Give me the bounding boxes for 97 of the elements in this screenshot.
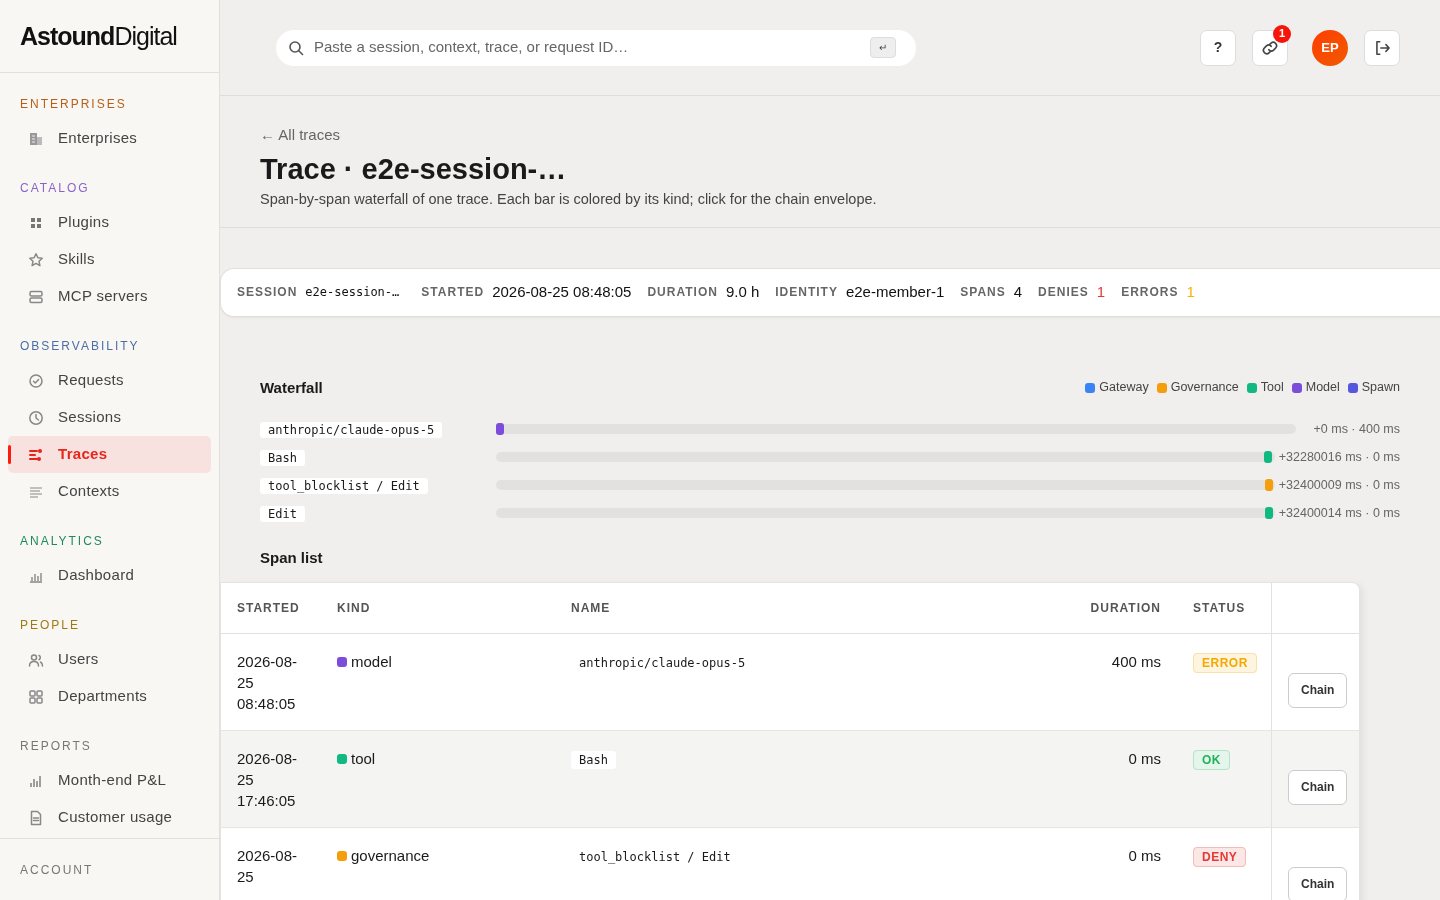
section-label: PEOPLE	[20, 617, 81, 634]
search-field[interactable]: Paste a session, context, trace, or request ID…	[312, 35, 862, 60]
span-name: Edit	[260, 505, 305, 522]
section-label: REPORTS	[20, 738, 92, 755]
enter-key-hint: ↵	[870, 37, 896, 58]
section-title: Span list	[260, 548, 324, 568]
status-badge: OK	[1193, 749, 1230, 770]
nav-item[interactable]: Contexts	[8, 473, 211, 510]
page-subtitle: Span-by-span waterfall of one trace. Each bar is colored by its kind; click for the chain envelope.	[260, 189, 878, 209]
summary-value: 9.0 h	[725, 281, 760, 302]
nav-item[interactable]: Sessions	[8, 399, 211, 436]
link-icon	[1261, 38, 1279, 57]
search-bar[interactable]: Paste a session, context, trace, or request ID… ↵	[276, 29, 916, 66]
notification-badge: 1	[1273, 24, 1291, 43]
document-icon	[28, 809, 44, 826]
summary-label: IDENTITY	[775, 284, 838, 301]
summary-label: SPANS	[960, 284, 1006, 301]
column-header: DURATION	[1089, 599, 1162, 617]
table-cell-text: 400 ms	[1110, 651, 1162, 672]
section-label: ACCOUNT	[20, 862, 94, 879]
column-header: KIND	[336, 599, 372, 617]
search-icon	[288, 39, 304, 56]
summary-value: e2e-member-1	[845, 281, 945, 302]
nav-item[interactable]: MCP servers	[8, 278, 211, 315]
span-timing: +0 ms · 400 ms	[1312, 420, 1400, 438]
summary-label: SESSION	[237, 284, 298, 301]
section-label: OBSERVABILITY	[20, 338, 140, 355]
nav-item[interactable]: Dashboard	[8, 557, 211, 594]
status-badge: DENY	[1193, 846, 1247, 867]
kind-label: model	[337, 652, 392, 670]
span-bar[interactable]	[1265, 507, 1274, 519]
section-label: ENTERPRISES	[20, 96, 127, 113]
nav-item[interactable]: Customer usage	[8, 799, 211, 836]
kind-label: tool	[337, 749, 376, 767]
summary-value: 1	[1186, 281, 1195, 302]
summary-value: 4	[1013, 281, 1023, 302]
summary-value: 2026-08-25 08:48:05	[492, 281, 632, 302]
summary-label: DENIES	[1038, 284, 1089, 301]
building-icon	[28, 130, 44, 147]
sliders-icon	[28, 446, 44, 463]
column-header: STATUS	[1192, 599, 1247, 617]
logout-icon	[1373, 38, 1391, 57]
legend-item: Tool	[1246, 378, 1284, 398]
span-name: Bash	[260, 449, 305, 466]
star-icon	[28, 251, 44, 268]
table-cell-text: 2026-08-25 08:48:05	[236, 651, 299, 714]
span-bar[interactable]	[1265, 479, 1274, 491]
section-label: CATALOG	[20, 180, 90, 197]
table-cell-text: 2026-08-25	[236, 845, 299, 887]
column-header: NAME	[570, 599, 612, 617]
legend-item: Governance	[1156, 378, 1239, 398]
summary-label: STARTED	[421, 284, 485, 301]
section-title: Waterfall	[260, 377, 323, 398]
summary-value: e2e-session-…	[305, 284, 401, 301]
span-name: tool_blocklist / Edit	[260, 477, 428, 494]
kind-label: governance	[337, 846, 430, 864]
chain-button[interactable]: Chain	[1288, 769, 1348, 805]
brand-logo: AstoundDigital	[20, 21, 177, 52]
user-avatar[interactable]: EP	[1312, 29, 1348, 66]
check-circle-icon	[28, 372, 44, 389]
nav-item[interactable]: Departments	[8, 678, 211, 715]
back-link[interactable]: ← All traces	[260, 126, 341, 143]
nav-item[interactable]: Plugins	[8, 204, 211, 241]
span-name: Bash	[571, 750, 616, 769]
column-header: STARTED	[236, 599, 301, 617]
summary-label: DURATION	[647, 284, 718, 301]
legend-item: Gateway	[1085, 378, 1149, 398]
users-icon	[28, 651, 44, 668]
section-label: ANALYTICS	[20, 533, 104, 550]
span-name: anthropic/claude-opus-5	[260, 421, 443, 438]
page-title: Trace · e2e-session-…	[260, 151, 568, 187]
span-timing: +32280016 ms · 0 ms	[1278, 448, 1400, 466]
table-cell-text: 0 ms	[1127, 748, 1162, 769]
chain-button[interactable]: Chain	[1288, 866, 1348, 900]
chain-button[interactable]: Chain	[1288, 672, 1348, 708]
status-badge: ERROR	[1193, 652, 1257, 673]
legend-item: Model	[1291, 378, 1340, 398]
nav-item[interactable]: Requests	[8, 362, 211, 399]
span-bar[interactable]	[496, 423, 504, 435]
server-icon	[28, 288, 44, 305]
grid-icon	[28, 688, 44, 705]
span-timing: +32400014 ms · 0 ms	[1278, 504, 1400, 522]
help-button[interactable]: ?	[1200, 29, 1236, 66]
clock-icon	[28, 409, 44, 426]
summary-value: 1	[1096, 281, 1106, 302]
summary-label: ERRORS	[1121, 284, 1179, 301]
nav-item[interactable]: Skills	[8, 241, 211, 278]
nav-item[interactable]: Enterprises	[8, 120, 211, 157]
span-timing: +32400009 ms · 0 ms	[1278, 476, 1400, 494]
table-cell-text: 2026-08-25 17:46:05	[236, 748, 299, 811]
span-bar[interactable]	[1264, 451, 1273, 463]
logout-button[interactable]	[1364, 29, 1400, 66]
nav-item[interactable]: Month-end P&L	[8, 762, 211, 799]
nav-item[interactable]: Users	[8, 641, 211, 678]
table-cell-text: 0 ms	[1127, 845, 1162, 866]
nav-item[interactable]: Traces	[8, 436, 211, 473]
legend-item: Spawn	[1347, 378, 1400, 398]
